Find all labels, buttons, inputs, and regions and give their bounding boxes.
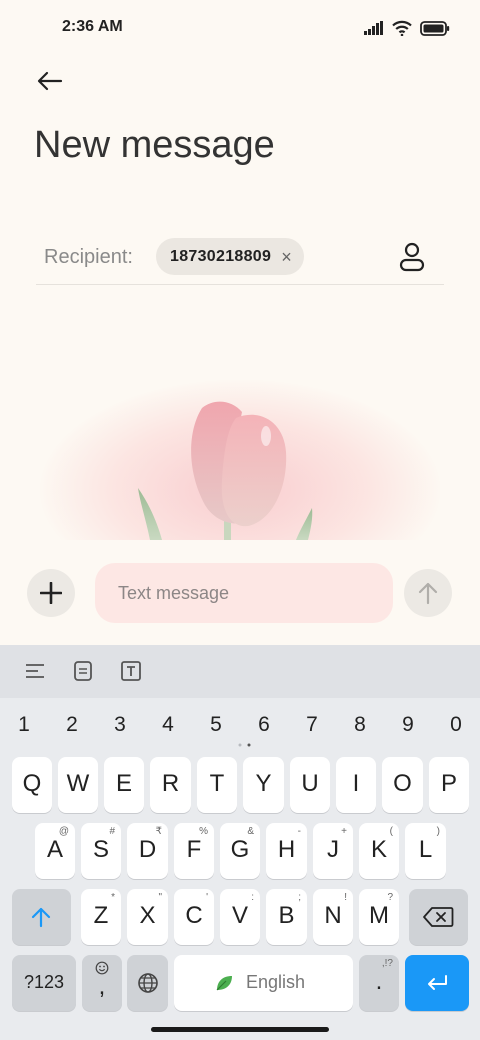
key-a[interactable]: @ A	[35, 823, 75, 879]
enter-icon	[428, 975, 447, 990]
send-button[interactable]	[404, 569, 452, 617]
key-z[interactable]: * Z	[81, 889, 121, 945]
text-format-icon[interactable]	[118, 658, 144, 684]
key-o[interactable]: O	[382, 757, 423, 813]
arrow-left-icon	[37, 71, 63, 91]
status-time: 2:36 AM	[62, 18, 123, 35]
key-1[interactable]: 1	[4, 705, 44, 745]
signal-icon	[364, 21, 383, 35]
key-8[interactable]: 8	[340, 705, 380, 745]
message-input[interactable]	[95, 563, 393, 623]
key-q[interactable]: Q	[12, 757, 52, 813]
space-key[interactable]: English	[174, 955, 353, 1011]
recipient-row: Recipient: 18730218809 ×	[36, 234, 444, 285]
key-9[interactable]: 9	[388, 705, 428, 745]
page-dots	[238, 743, 251, 747]
key-3[interactable]: 3	[100, 705, 140, 745]
recipient-chip-number: 18730218809	[170, 247, 272, 265]
arrow-up-icon	[418, 582, 438, 605]
key-n[interactable]: ! N	[313, 889, 353, 945]
key-p[interactable]: P	[429, 757, 469, 813]
key-x[interactable]: " X	[127, 889, 168, 945]
text-align-icon[interactable]	[22, 658, 48, 684]
clipboard-icon[interactable]	[70, 658, 96, 684]
home-indicator[interactable]	[151, 1027, 329, 1032]
language-key[interactable]	[127, 955, 168, 1011]
backspace-icon	[423, 907, 454, 927]
key-5[interactable]: 5	[196, 705, 236, 745]
page-title: New message	[34, 124, 275, 166]
key-4[interactable]: 4	[148, 705, 188, 745]
key-w[interactable]: W	[58, 757, 98, 813]
key-j[interactable]: + J	[313, 823, 353, 879]
key-e[interactable]: E	[104, 757, 144, 813]
symbols-key[interactable]: ?123	[12, 955, 76, 1011]
backspace-key[interactable]	[409, 889, 468, 945]
key-k[interactable]: (K	[359, 823, 399, 879]
key-c[interactable]: ' C	[174, 889, 214, 945]
back-button[interactable]	[30, 62, 70, 100]
key-h[interactable]: -H	[266, 823, 307, 879]
tulip-icon	[138, 401, 313, 540]
recipient-label: Recipient:	[44, 246, 133, 268]
remove-recipient-icon[interactable]: ×	[281, 248, 292, 266]
key-u[interactable]: U	[290, 757, 330, 813]
key-0[interactable]: 0	[436, 705, 476, 745]
shift-arrow-icon	[31, 907, 51, 928]
number-row: 1 2 3 4 5 6 7 8 9 0	[0, 705, 480, 745]
key-b[interactable]: ; B	[266, 889, 307, 945]
key-g[interactable]: & G	[220, 823, 260, 879]
key-m[interactable]: ? M	[359, 889, 399, 945]
attach-button[interactable]	[27, 569, 75, 617]
add-contact-button[interactable]	[394, 238, 430, 274]
key-l[interactable]: ) L	[405, 823, 446, 879]
recipient-chip[interactable]: 18730218809 ×	[156, 238, 304, 275]
key-i[interactable]: I	[336, 757, 376, 813]
battery-icon	[420, 20, 450, 36]
keyboard: 1 2 3 4 5 6 7 8 9 0 Q W E R T Y U I O P …	[0, 645, 480, 1040]
wifi-icon	[392, 20, 412, 36]
key-f[interactable]: % F	[174, 823, 214, 879]
shift-key[interactable]	[12, 889, 71, 945]
leaf-icon	[216, 976, 232, 991]
status-bar: 2:36 AM	[0, 0, 480, 56]
key-2[interactable]: 2	[52, 705, 92, 745]
enter-key[interactable]	[405, 955, 469, 1011]
compose-row	[0, 556, 480, 632]
key-s[interactable]: # S	[81, 823, 121, 879]
key-7[interactable]: 7	[292, 705, 332, 745]
globe-icon	[138, 973, 158, 993]
keyboard-toolbar	[0, 645, 480, 698]
period-key[interactable]: ,!? .	[359, 955, 399, 1011]
emoji-comma-key[interactable]: ,	[82, 955, 122, 1011]
tulip-decoration	[0, 370, 480, 540]
plus-icon	[40, 582, 62, 604]
status-icons	[364, 18, 450, 38]
person-icon	[399, 242, 425, 272]
key-r[interactable]: R	[150, 757, 191, 813]
key-y[interactable]: Y	[243, 757, 284, 813]
key-6[interactable]: 6	[244, 705, 284, 745]
key-v[interactable]: :V	[220, 889, 260, 945]
key-d[interactable]: ₹ D	[127, 823, 168, 879]
key-t[interactable]: T	[197, 757, 237, 813]
